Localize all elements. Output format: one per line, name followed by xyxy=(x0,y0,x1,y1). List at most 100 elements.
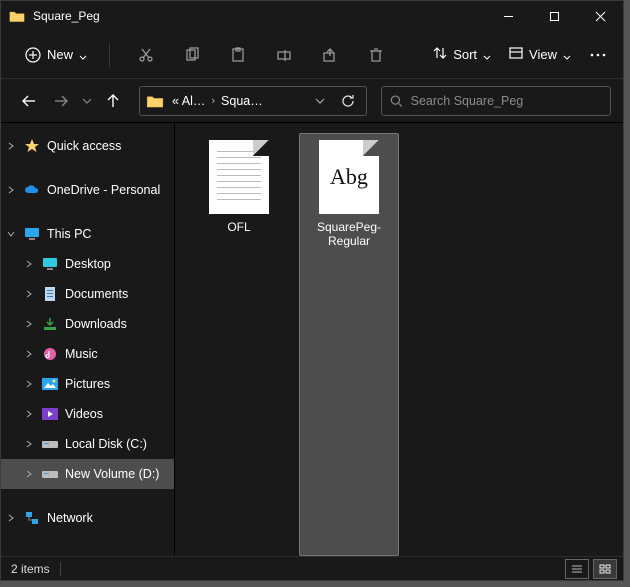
delete-button[interactable] xyxy=(356,38,396,72)
chevron-down-icon xyxy=(79,51,87,59)
sidebar-item-localdisk[interactable]: Local Disk (C:) xyxy=(1,429,174,459)
sort-button[interactable]: Sort xyxy=(427,42,497,67)
sidebar-item-label: Network xyxy=(47,511,93,525)
sidebar-item-label: This PC xyxy=(47,227,91,241)
network-icon xyxy=(23,510,41,526)
view-button[interactable]: View xyxy=(503,42,577,67)
crumb-2[interactable]: Squa… xyxy=(219,94,265,108)
chevron-right-icon[interactable] xyxy=(23,410,35,418)
sidebar-item-label: Pictures xyxy=(65,377,110,391)
drive-icon xyxy=(41,466,59,482)
title-bar: Square_Peg xyxy=(1,1,623,31)
maximize-button[interactable] xyxy=(531,1,577,31)
file-thumbnail: Abg xyxy=(319,140,379,214)
sidebar-item-music[interactable]: Music xyxy=(1,339,174,369)
sidebar-item-quick-access[interactable]: Quick access xyxy=(1,131,174,161)
file-explorer-window: Square_Peg New xyxy=(0,0,624,581)
view-label: View xyxy=(529,47,557,62)
cloud-icon xyxy=(23,182,41,198)
up-button[interactable] xyxy=(99,87,127,115)
search-box[interactable] xyxy=(381,86,611,116)
command-bar: New Sort xyxy=(1,31,623,79)
desktop-icon xyxy=(41,256,59,272)
rename-button[interactable] xyxy=(264,38,304,72)
sort-label: Sort xyxy=(453,47,477,62)
sidebar-item-onedrive[interactable]: OneDrive - Personal xyxy=(1,175,174,205)
divider xyxy=(60,562,61,576)
folder-icon xyxy=(9,9,25,23)
more-button[interactable] xyxy=(583,53,613,57)
chevron-down-icon xyxy=(563,51,571,59)
monitor-icon xyxy=(23,226,41,242)
chevron-right-icon[interactable] xyxy=(23,260,35,268)
new-button[interactable]: New xyxy=(19,43,93,67)
chevron-right-icon[interactable] xyxy=(23,350,35,358)
chevron-right-icon[interactable] xyxy=(23,290,35,298)
refresh-button[interactable] xyxy=(334,87,362,115)
sidebar-item-label: Downloads xyxy=(65,317,127,331)
sidebar-item-label: Music xyxy=(65,347,98,361)
sidebar-item-documents[interactable]: Documents xyxy=(1,279,174,309)
sidebar-item-downloads[interactable]: Downloads xyxy=(1,309,174,339)
sidebar-item-label: OneDrive - Personal xyxy=(47,183,160,197)
chevron-right-icon[interactable] xyxy=(5,186,17,194)
cut-button[interactable] xyxy=(126,38,166,72)
sidebar-item-label: Videos xyxy=(65,407,103,421)
chevron-down-icon[interactable] xyxy=(5,230,17,238)
sort-icon xyxy=(433,46,447,63)
drive-icon xyxy=(41,436,59,452)
search-icon xyxy=(390,94,403,108)
chevron-right-icon[interactable] xyxy=(5,514,17,522)
star-icon xyxy=(23,138,41,154)
sidebar-item-this-pc[interactable]: This PC xyxy=(1,219,174,249)
file-thumbnail xyxy=(209,140,269,214)
file-item-ofl[interactable]: OFL xyxy=(189,133,289,556)
file-name: OFL xyxy=(227,220,250,234)
chevron-right-icon[interactable] xyxy=(23,470,35,478)
sidebar-item-desktop[interactable]: Desktop xyxy=(1,249,174,279)
window-title: Square_Peg xyxy=(33,9,100,23)
document-icon xyxy=(41,286,59,302)
new-label: New xyxy=(47,47,73,62)
sidebar-item-label: Desktop xyxy=(65,257,111,271)
forward-button[interactable] xyxy=(47,87,75,115)
item-count: 2 items xyxy=(11,562,50,576)
address-bar[interactable]: « Al… › Squa… xyxy=(139,86,367,116)
sidebar-item-label: Local Disk (C:) xyxy=(65,437,147,451)
crumb-1[interactable]: « Al… xyxy=(170,94,207,108)
recent-locations-button[interactable] xyxy=(79,87,95,115)
chevron-right-icon: › xyxy=(207,95,219,107)
address-dropdown-button[interactable] xyxy=(306,87,334,115)
divider xyxy=(109,43,110,67)
status-bar: 2 items xyxy=(1,556,623,580)
search-input[interactable] xyxy=(411,94,602,108)
sidebar-item-label: Quick access xyxy=(47,139,121,153)
close-button[interactable] xyxy=(577,1,623,31)
file-item-squarepeg-regular[interactable]: Abg SquarePeg-Regular xyxy=(299,133,399,556)
videos-icon xyxy=(41,406,59,422)
sidebar-item-pictures[interactable]: Pictures xyxy=(1,369,174,399)
file-list[interactable]: OFL Abg SquarePeg-Regular xyxy=(175,123,623,556)
share-button[interactable] xyxy=(310,38,350,72)
chevron-right-icon[interactable] xyxy=(23,440,35,448)
sidebar-item-newvolume[interactable]: New Volume (D:) xyxy=(1,459,174,489)
sidebar-item-label: New Volume (D:) xyxy=(65,467,159,481)
chevron-right-icon[interactable] xyxy=(23,380,35,388)
sidebar-item-label: Documents xyxy=(65,287,128,301)
download-icon xyxy=(41,316,59,332)
chevron-right-icon[interactable] xyxy=(23,320,35,328)
view-icon xyxy=(509,46,523,63)
sidebar-item-videos[interactable]: Videos xyxy=(1,399,174,429)
chevron-right-icon[interactable] xyxy=(5,142,17,150)
minimize-button[interactable] xyxy=(485,1,531,31)
body: Quick access OneDrive - Personal This PC… xyxy=(1,123,623,556)
sidebar-item-network[interactable]: Network xyxy=(1,503,174,533)
copy-button[interactable] xyxy=(172,38,212,72)
pictures-icon xyxy=(41,376,59,392)
paste-button[interactable] xyxy=(218,38,258,72)
nav-pane: Quick access OneDrive - Personal This PC… xyxy=(1,123,175,556)
large-icons-view-button[interactable] xyxy=(593,559,617,579)
plus-circle-icon xyxy=(25,47,41,63)
details-view-button[interactable] xyxy=(565,559,589,579)
back-button[interactable] xyxy=(15,87,43,115)
